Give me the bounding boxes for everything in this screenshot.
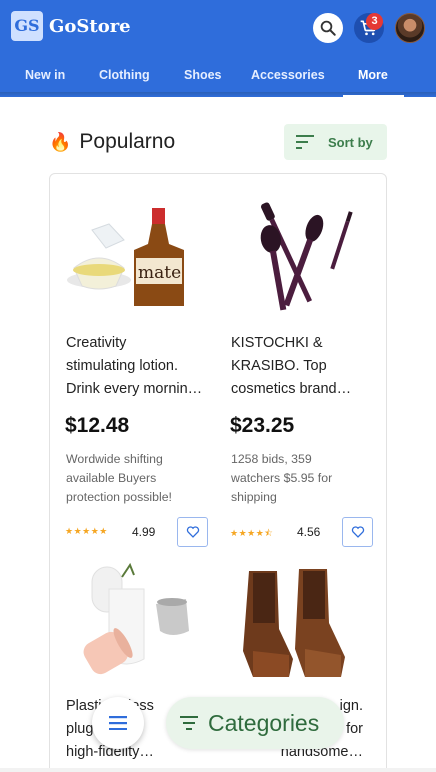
nav-item-new-in[interactable]: New in: [25, 68, 65, 82]
leather-boots-image[interactable]: [229, 559, 364, 684]
nav-item-accessories[interactable]: Accessories: [251, 68, 325, 82]
brand-name[interactable]: GoStore: [49, 16, 131, 37]
product-title-line: Drink every mornin…: [66, 381, 203, 397]
rating-value: 4.99: [132, 525, 156, 539]
sort-icon: [296, 135, 314, 149]
lotion-bottle-image[interactable]: mate: [64, 188, 199, 313]
nav-item-clothing[interactable]: Clothing: [99, 68, 150, 82]
shipping-info-line: watchers $5.95 for: [231, 471, 333, 485]
heart-icon: [351, 526, 365, 538]
avatar[interactable]: [395, 13, 425, 43]
product-title-line: stimulating lotion.: [66, 358, 179, 374]
nav-item-shoes[interactable]: Shoes: [184, 68, 222, 82]
menu-icon: [109, 716, 127, 730]
nav-item-more[interactable]: More: [358, 68, 388, 82]
sort-button[interactable]: Sort by: [284, 124, 387, 160]
star-rating-icon: ★★★★⯪: [230, 528, 274, 538]
svg-text:mate: mate: [138, 263, 181, 283]
product-price: $23.25: [230, 414, 295, 437]
shipping-info-line: shipping: [231, 490, 277, 504]
product-price: $12.48: [65, 414, 130, 437]
menu-button[interactable]: [92, 697, 144, 749]
filter-icon: [180, 716, 198, 730]
shipping-info-line: Wordwide shifting: [66, 452, 163, 466]
search-button[interactable]: [313, 13, 343, 43]
section-title: Popularno: [79, 130, 176, 153]
heart-icon: [186, 526, 200, 538]
logo-icon[interactable]: GS: [11, 11, 43, 41]
sort-label: Sort by: [328, 134, 373, 150]
product-title-line: Creativity: [66, 335, 127, 351]
app-header: GS GoStore 3 New in Clothing Shoes Acces…: [0, 0, 436, 97]
bottom-divider: [0, 768, 436, 772]
cart-count-badge: 3: [366, 13, 383, 30]
product-title-line: cosmetics brand…: [231, 381, 352, 397]
shipping-info-line: available Buyers: [66, 471, 157, 485]
active-tab-indicator: [343, 95, 404, 97]
shipping-info-line: protection possible!: [66, 490, 172, 504]
makeup-brushes-image[interactable]: [229, 188, 364, 313]
fire-icon: 🔥: [49, 131, 72, 152]
favorite-button[interactable]: [177, 517, 208, 547]
categories-label: Categories: [208, 709, 320, 736]
shipping-info-line: 1258 bids, 359: [231, 452, 312, 466]
star-rating-icon: ★★★★★: [65, 526, 108, 536]
category-nav: New in Clothing Shoes Accessories More: [0, 62, 436, 90]
product-title-line: KRASIBO. Top: [231, 358, 327, 374]
section-header: 🔥 Popularno: [49, 130, 175, 154]
product-title-line: KISTOCHKI &: [231, 335, 323, 351]
rating-value: 4.56: [297, 525, 321, 539]
categories-button[interactable]: Categories: [166, 697, 344, 749]
ceramic-vases-image[interactable]: [64, 559, 199, 684]
favorite-button[interactable]: [342, 517, 373, 547]
product-grid: mate Creativity stimulating lotion. Drin…: [49, 173, 387, 772]
search-icon: [320, 20, 336, 36]
